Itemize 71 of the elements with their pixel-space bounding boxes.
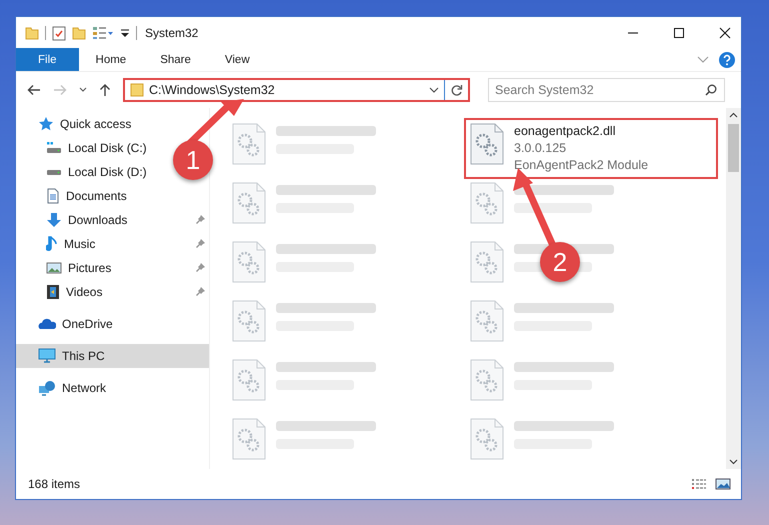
help-icon[interactable] xyxy=(719,52,735,68)
file-menu-button[interactable]: File xyxy=(16,48,79,71)
maximize-icon[interactable] xyxy=(673,26,685,38)
download-arrow-icon xyxy=(46,212,62,228)
sidebar-label: Downloads xyxy=(68,213,128,227)
expand-ribbon-icon[interactable] xyxy=(697,56,709,64)
picture-icon xyxy=(46,261,62,275)
film-icon xyxy=(46,284,60,300)
sidebar-label: Music xyxy=(64,237,96,251)
sidebar-item[interactable]: Local Disk (C:) xyxy=(16,136,147,160)
folder-icon xyxy=(130,83,144,97)
up-arrow-icon[interactable] xyxy=(99,83,111,97)
sidebar-item[interactable]: This PC xyxy=(16,344,209,368)
pin-icon[interactable] xyxy=(195,214,206,225)
file-name: eonagentpack2.dll xyxy=(514,123,616,140)
item-count: 168 items xyxy=(28,477,80,491)
sidebar-item[interactable]: Downloads xyxy=(16,208,128,232)
sidebar-label: Network xyxy=(62,381,106,395)
gear-file-icon xyxy=(470,123,504,165)
sidebar-item[interactable]: Network xyxy=(16,376,209,400)
drive-icon xyxy=(46,168,62,176)
sidebar-item[interactable]: Local Disk (D:) xyxy=(16,160,147,184)
recent-locations-icon[interactable] xyxy=(79,87,87,93)
back-arrow-icon[interactable] xyxy=(27,84,41,96)
sidebar-label: Pictures xyxy=(68,261,112,275)
search-icon[interactable] xyxy=(705,84,717,96)
music-note-icon xyxy=(46,236,58,252)
sidebar-item[interactable]: Pictures xyxy=(16,256,112,280)
document-icon xyxy=(46,188,60,204)
drive-icon xyxy=(46,141,62,155)
sidebar-item[interactable]: Music xyxy=(16,232,96,256)
sidebar-label: Quick access xyxy=(60,117,132,131)
large-icons-view-icon[interactable] xyxy=(715,478,731,490)
sidebar-item[interactable]: OneDrive xyxy=(16,312,209,336)
pin-icon[interactable] xyxy=(195,262,206,273)
sidebar-label: Local Disk (C:) xyxy=(68,141,147,155)
network-icon xyxy=(38,380,56,396)
window-title: System32 xyxy=(145,26,198,40)
ribbon-tab[interactable]: View xyxy=(208,48,267,71)
scroll-up-icon[interactable] xyxy=(729,112,738,118)
ribbon-tab[interactable]: Share xyxy=(143,48,208,71)
scroll-down-icon[interactable] xyxy=(729,459,738,465)
dropdown-icon[interactable] xyxy=(429,87,439,93)
sidebar-label: This PC xyxy=(62,349,105,363)
sidebar-label: Documents xyxy=(66,189,127,203)
sidebar-label: Videos xyxy=(66,285,102,299)
star-icon xyxy=(38,116,54,132)
scrollbar[interactable] xyxy=(726,108,741,469)
list-view-icon[interactable] xyxy=(92,26,114,40)
address-path: C:\Windows\System32 xyxy=(149,83,276,97)
refresh-icon[interactable] xyxy=(450,84,463,96)
pin-icon[interactable] xyxy=(195,286,206,297)
pin-icon[interactable] xyxy=(195,238,206,249)
cloud-icon xyxy=(38,318,56,330)
close-icon[interactable] xyxy=(719,26,731,38)
sidebar-label: OneDrive xyxy=(62,317,113,331)
dropdown-icon[interactable] xyxy=(120,26,130,38)
search-field[interactable]: Search System32 xyxy=(488,78,725,102)
scrollbar-thumb[interactable] xyxy=(728,124,739,172)
ribbon-tab[interactable]: Home xyxy=(78,48,144,71)
sidebar-item[interactable]: Videos xyxy=(16,280,102,304)
properties-icon[interactable] xyxy=(52,24,66,40)
address-bar[interactable]: C:\Windows\System32 xyxy=(123,78,470,102)
sidebar-label: Local Disk (D:) xyxy=(68,165,147,179)
file-detail: 3.0.0.125 xyxy=(514,140,568,157)
details-view-icon[interactable] xyxy=(691,478,707,490)
monitor-icon xyxy=(38,348,56,364)
file-item[interactable]: eonagentpack2.dll 3.0.0.125 EonAgentPack2 Module xyxy=(464,118,718,179)
sidebar-item[interactable]: Documents xyxy=(16,184,127,208)
sidebar-item[interactable]: Quick access xyxy=(16,112,209,136)
file-detail: EonAgentPack2 Module xyxy=(514,157,648,174)
